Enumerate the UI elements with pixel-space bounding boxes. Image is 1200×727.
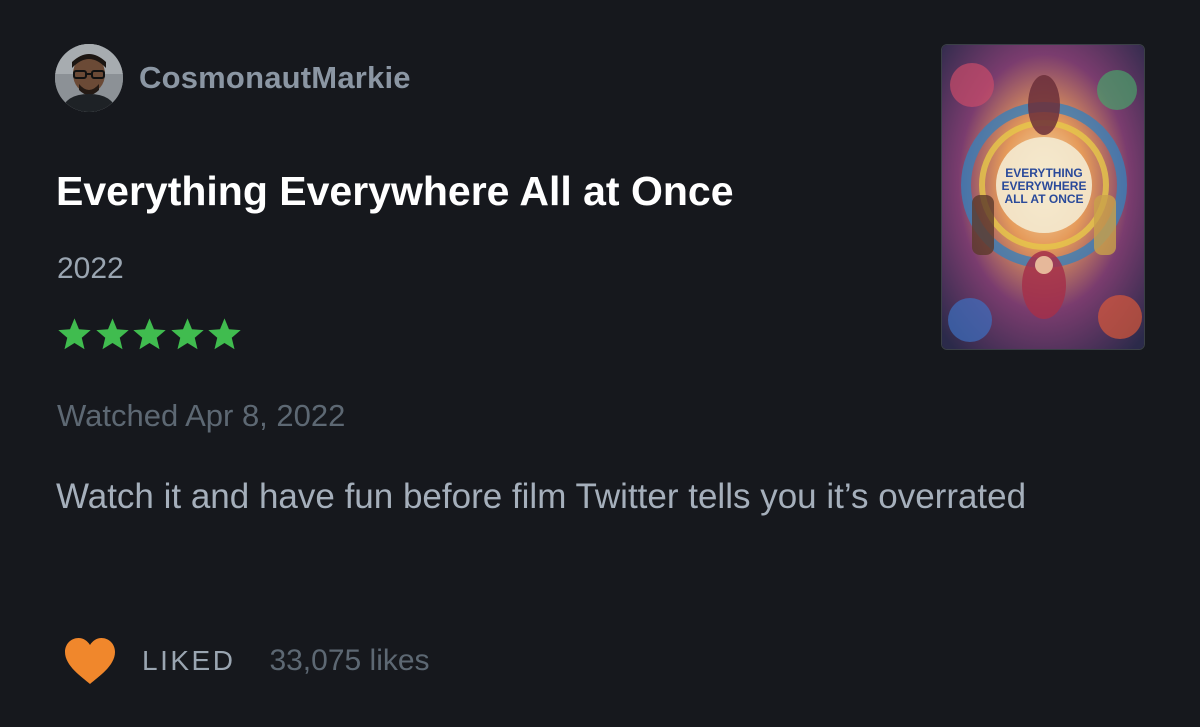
star-icon (58, 318, 91, 350)
avatar-image (55, 44, 123, 112)
film-poster[interactable]: EVERYTHING EVERYWHERE ALL AT ONCE (941, 44, 1145, 350)
avatar[interactable] (55, 44, 123, 112)
poster-title-line-3: ALL AT ONCE (1004, 192, 1083, 206)
review-text: Watch it and have fun before film Twitte… (56, 477, 1027, 516)
rating-stars (56, 316, 244, 353)
liked-label: LIKED (142, 645, 236, 676)
review-footer: LIKED 33,075 likes (62, 636, 430, 686)
heart-icon[interactable] (62, 636, 118, 686)
poster-title-line-1: EVERYTHING (1005, 166, 1083, 180)
review-header: CosmonautMarkie (55, 44, 411, 112)
star-icon (133, 318, 166, 350)
username[interactable]: CosmonautMarkie (139, 60, 411, 96)
watched-date: Watched Apr 8, 2022 (57, 398, 346, 433)
star-icon (208, 318, 241, 350)
poster-image: EVERYTHING EVERYWHERE ALL AT ONCE (942, 45, 1144, 349)
film-title[interactable]: Everything Everywhere All at Once (56, 168, 734, 215)
likes-count[interactable]: 33,075 likes (269, 644, 429, 678)
star-icon (170, 318, 204, 350)
poster-title-line-2: EVERYWHERE (1002, 179, 1087, 193)
review-card: CosmonautMarkie Everything Everywhere Al… (0, 0, 1200, 727)
star-icon (95, 318, 129, 350)
film-year[interactable]: 2022 (57, 252, 124, 286)
